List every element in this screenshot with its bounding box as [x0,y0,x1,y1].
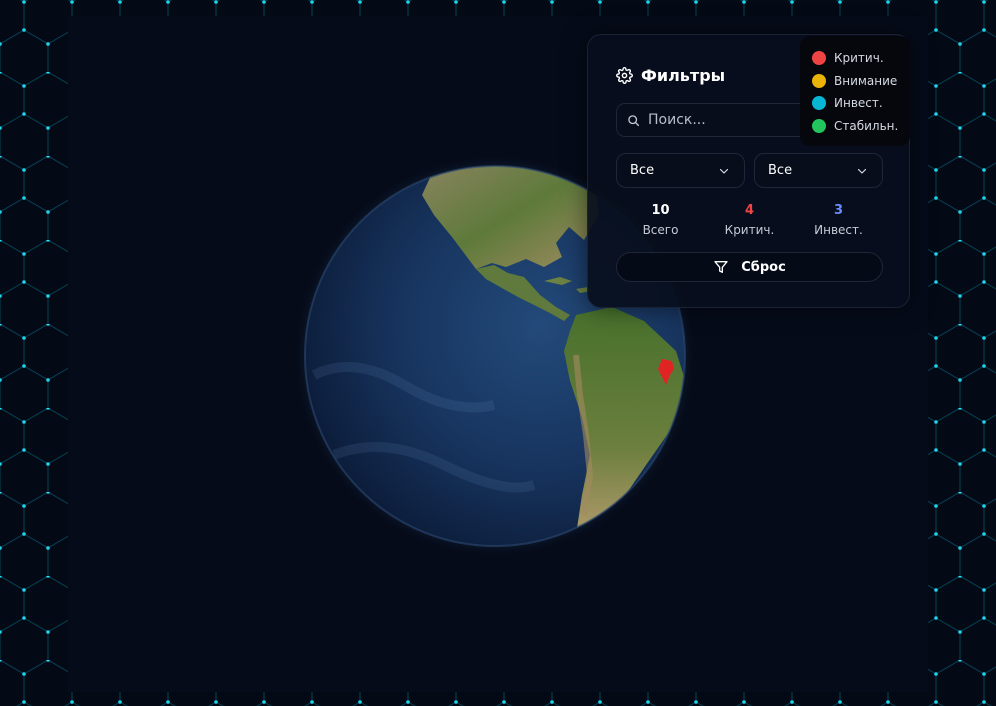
stat-critical-label: Критич. [724,223,775,237]
stat-total: 10 Всего [621,203,701,239]
status-select-value: Все [630,163,655,178]
stat-critical: 4 Критич. [710,203,790,239]
stat-invest-label: Инвест. [814,223,863,237]
legend-item-warning: Внимание [812,70,910,93]
category-select-value: Все [768,163,793,178]
map-screen: Фильтры Все Все 10 Всего [0,0,996,706]
search-icon [628,114,640,126]
search-input[interactable] [648,112,788,128]
reset-label: Сброс [741,259,786,275]
legend-item-invest: Инвест. [812,92,910,115]
legend-dot-stable [812,118,826,133]
legend-item-critical: Критич. [812,47,910,70]
stats-row: 10 Всего 4 Критич. 3 Инвест. [616,203,883,239]
stat-invest: 3 Инвест. [799,203,879,239]
filter-icon [714,261,728,273]
stat-total-label: Всего [642,223,679,237]
legend: Критич. Внимание Инвест. Стабильн. [800,36,910,146]
legend-label-stable: Стабильн. [834,118,899,133]
stat-critical-value: 4 [744,203,755,218]
chevron-down-icon [719,168,729,174]
category-select[interactable]: Все [754,153,883,188]
stat-invest-value: 3 [833,203,844,218]
status-select[interactable]: Все [616,153,745,188]
legend-dot-critical [812,51,826,66]
reset-button[interactable]: Сброс [616,252,883,282]
stat-total-value: 10 [651,203,670,218]
legend-label-invest: Инвест. [834,96,883,111]
gear-icon [616,67,633,84]
chevron-down-icon [857,168,867,174]
legend-dot-warning [812,73,826,88]
legend-dot-invest [812,96,826,111]
legend-label-critical: Критич. [834,51,884,66]
legend-item-stable: Стабильн. [812,115,910,138]
legend-label-warning: Внимание [834,73,898,88]
filters-header: Фильтры [616,66,725,85]
filters-title: Фильтры [641,66,726,85]
